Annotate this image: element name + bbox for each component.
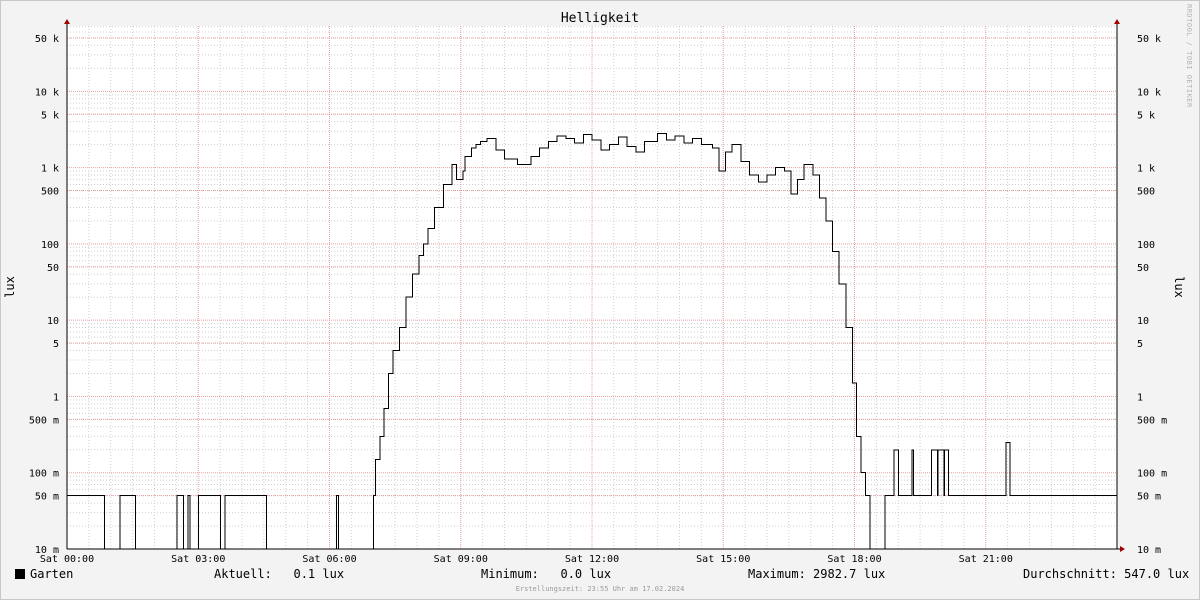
y-axis-label-right: lux <box>1172 276 1186 298</box>
y-tick-label-right: 10 <box>1137 316 1149 327</box>
y-axis-label-left: lux <box>3 276 17 298</box>
y-ticks-right: 10 m 50 m 100 m 500 m 1 5 10 50 100 500 1 k 5 k 10 k… <box>1137 34 1167 556</box>
x-axis-arrow <box>1120 546 1125 552</box>
x-tick-label: Sat 06:00 <box>302 554 356 565</box>
legend-minimum: Minimum: 0.0 lux <box>481 567 612 581</box>
brightness-chart: 10 m 50 m 100 m 500 m 1 5 10 50 100 500 1 k 5 k 10 k… <box>3 11 1186 565</box>
y-tick-label-left: 10 <box>47 316 59 327</box>
y-tick-label-right: 1 k <box>1137 164 1155 175</box>
chart-title: Helligkeit <box>561 11 639 26</box>
x-tick-label: Sat 00:00 <box>40 554 94 565</box>
y-tick-label-right: 5 k <box>1137 110 1155 121</box>
x-ticks: Sat 00:00 Sat 03:00 Sat 06:00 Sat 09:00 Sat … <box>40 554 1013 565</box>
creation-time: Erstellungszeit: 23:55 Uhr am 17.02.2024 <box>515 585 685 593</box>
legend-maximum: Maximum: 2982.7 lux <box>748 567 886 581</box>
y-tick-label-right: 500 <box>1137 187 1155 198</box>
x-tick-label: Sat 18:00 <box>827 554 881 565</box>
y-tick-label-left: 5 k <box>41 110 59 121</box>
y-tick-label-right: 50 k <box>1137 34 1161 45</box>
y-tick-label-right: 10 m <box>1137 545 1161 556</box>
y-axis-arrow-left <box>64 19 70 24</box>
y-tick-label-left: 50 k <box>35 34 59 45</box>
legend-aktuell: Aktuell: 0.1 lux <box>214 567 345 581</box>
legend-swatch <box>15 569 25 579</box>
legend-series-name: Garten <box>30 567 74 581</box>
x-tick-label: Sat 21:00 <box>959 554 1013 565</box>
y-tick-label-right: 50 <box>1137 263 1149 274</box>
legend-entry: Garten <box>15 567 73 581</box>
y-tick-label-left: 100 m <box>29 469 59 480</box>
y-tick-label-right: 10 k <box>1137 87 1161 98</box>
y-tick-label-left: 50 <box>47 263 59 274</box>
y-tick-label-right: 5 <box>1137 339 1143 350</box>
y-tick-label-left: 500 m <box>29 415 59 426</box>
y-tick-label-right: 1 <box>1137 392 1143 403</box>
y-tick-label-left: 100 <box>41 240 59 251</box>
x-tick-label: Sat 12:00 <box>565 554 619 565</box>
y-tick-label-left: 500 <box>41 187 59 198</box>
y-tick-label-right: 100 <box>1137 240 1155 251</box>
rrdtool-watermark: RRDTOOL / TOBI OETIKER <box>1185 4 1193 108</box>
y-tick-label-right: 50 m <box>1137 492 1161 503</box>
y-ticks-left: 10 m50 m100 m500 m1510501005001 k5 k10 k… <box>29 34 59 556</box>
y-tick-label-left: 50 m <box>35 492 59 503</box>
legend-durchschnitt: Durchschnitt: 547.0 lux <box>1023 567 1190 581</box>
x-tick-label: Sat 09:00 <box>434 554 488 565</box>
y-tick-label-left: 1 <box>53 392 59 403</box>
y-tick-label-right: 500 m <box>1137 415 1167 426</box>
y-tick-label-right: 100 m <box>1137 469 1167 480</box>
x-tick-label: Sat 15:00 <box>696 554 750 565</box>
y-tick-label-left: 1 k <box>41 164 59 175</box>
y-tick-label-left: 5 <box>53 339 59 350</box>
x-tick-label: Sat 03:00 <box>171 554 225 565</box>
y-tick-label-left: 10 k <box>35 87 59 98</box>
y-axis-arrow-right <box>1114 19 1120 24</box>
